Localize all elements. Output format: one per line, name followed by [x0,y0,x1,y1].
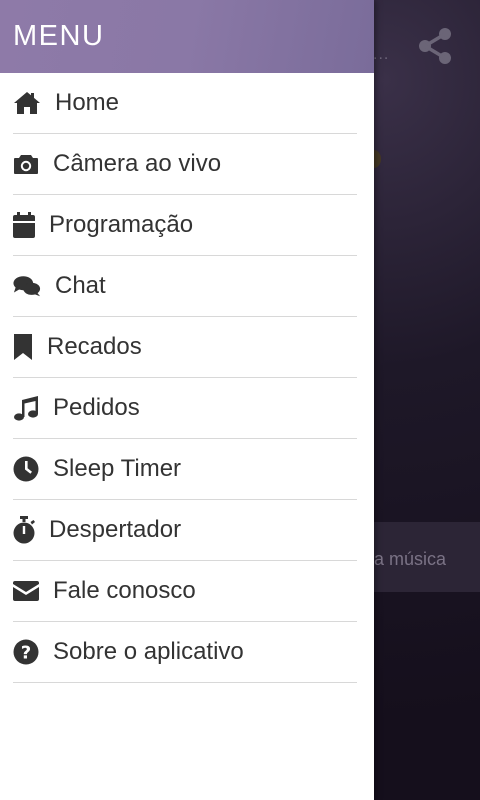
bookmark-icon [13,333,35,361]
menu-item-schedule[interactable]: Programação [13,195,357,256]
menu-item-alarm[interactable]: Despertador [13,500,357,561]
now-playing-text: a música [374,549,447,569]
more-dots[interactable]: ... [373,46,389,64]
menu-label: Recados [47,333,142,360]
camera-icon [13,150,41,178]
menu-list: Home Câmera ao vivo Programação Chat Rec… [0,73,374,683]
share-icon[interactable] [416,26,454,66]
menu-item-contact[interactable]: Fale conosco [13,561,357,622]
menu-item-camera[interactable]: Câmera ao vivo [13,134,357,195]
menu-label: Sobre o aplicativo [53,638,244,665]
drawer-header: MENU [0,0,374,73]
chat-icon [13,272,41,300]
navigation-drawer: MENU Home Câmera ao vivo Programação Cha… [0,0,374,800]
menu-item-messages[interactable]: Recados [13,317,357,378]
menu-item-sleep-timer[interactable]: Sleep Timer [13,439,357,500]
menu-label: Chat [55,272,106,299]
menu-label: Pedidos [53,394,140,421]
calendar-icon [13,211,37,239]
clock-icon [13,455,41,483]
menu-label: Programação [49,211,194,238]
home-icon [13,89,41,117]
menu-item-chat[interactable]: Chat [13,256,357,317]
envelope-icon [13,577,41,605]
menu-item-home[interactable]: Home [13,73,357,134]
question-circle-icon: ? [13,638,41,666]
drawer-title: MENU [13,20,105,52]
menu-label: Sleep Timer [53,455,182,482]
music-note-icon [13,394,41,422]
menu-item-requests[interactable]: Pedidos [13,378,357,439]
svg-text:?: ? [21,643,31,664]
menu-item-about[interactable]: ? Sobre o aplicativo [13,622,357,683]
stopwatch-icon [13,516,37,544]
menu-label: Fale conosco [53,577,196,604]
menu-label: Câmera ao vivo [53,150,222,177]
menu-label: Home [55,89,120,116]
menu-label: Despertador [49,516,182,543]
